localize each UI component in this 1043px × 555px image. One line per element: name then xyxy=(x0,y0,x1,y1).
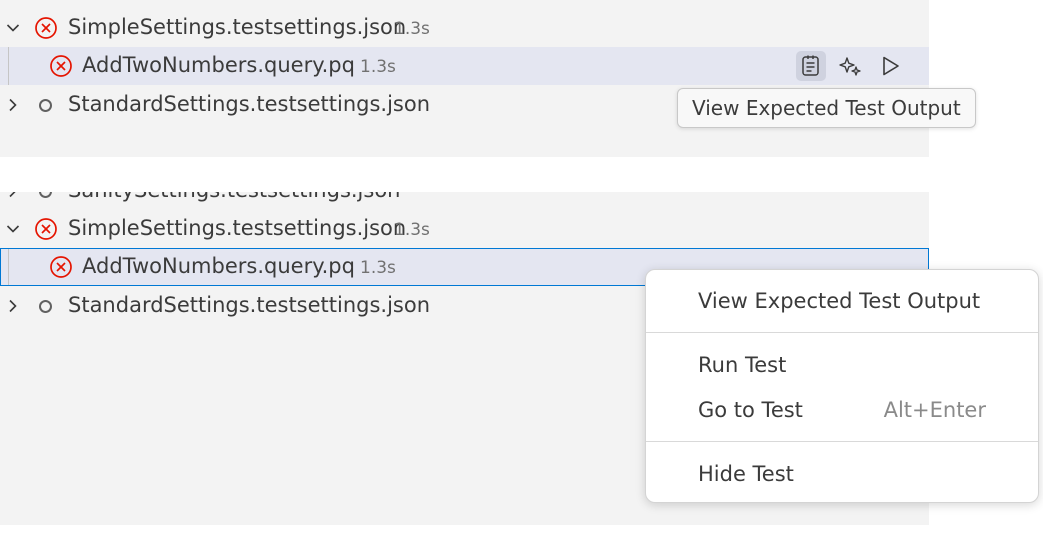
view-expected-output-icon xyxy=(802,55,819,76)
run-test-button[interactable] xyxy=(875,51,905,81)
tree-row-label: StandardSettings.testsettings.json xyxy=(68,92,431,116)
test-failed-icon xyxy=(50,256,72,278)
tree-row-label: AddTwoNumbers.query.pq xyxy=(82,53,355,77)
tree-row-sanitysettings[interactable]: SanitySettings.testsettings.json xyxy=(0,192,929,210)
menu-item-shortcut: Alt+Enter xyxy=(883,398,986,422)
menu-item-label: Go to Test xyxy=(698,398,803,422)
menu-item-view-expected-output[interactable]: View Expected Test Output xyxy=(646,282,1038,322)
test-duration: 1.3s xyxy=(360,57,396,77)
tree-row-label: AddTwoNumbers.query.pq xyxy=(82,254,355,278)
view-expected-output-button[interactable] xyxy=(796,51,826,81)
tree-row-addtwonumbers[interactable]: AddTwoNumbers.query.pq 1.3s xyxy=(0,47,929,85)
indent-guide xyxy=(8,47,9,85)
ai-action-button[interactable] xyxy=(836,51,866,81)
menu-item-label: Run Test xyxy=(698,353,787,377)
test-duration: 1.3s xyxy=(394,220,430,240)
test-not-run-icon xyxy=(39,192,52,198)
menu-separator xyxy=(646,332,1038,333)
tree-row-label: SanitySettings.testsettings.json xyxy=(68,192,401,202)
tooltip: View Expected Test Output xyxy=(677,88,976,128)
sparkle-icon xyxy=(839,57,861,76)
tree-row-label: StandardSettings.testsettings.json xyxy=(68,293,431,317)
test-duration: 1.3s xyxy=(394,19,430,39)
menu-item-go-to-test[interactable]: Go to Test Alt+Enter xyxy=(646,391,1038,431)
menu-separator xyxy=(646,441,1038,442)
tree-row-label: SimpleSettings.testsettings.json xyxy=(68,15,407,39)
menu-item-hide-test[interactable]: Hide Test xyxy=(646,455,1038,495)
chevron-right-icon[interactable] xyxy=(6,192,20,198)
test-failed-icon xyxy=(35,218,57,240)
tree-row-label: SimpleSettings.testsettings.json xyxy=(68,216,407,240)
menu-item-run-test[interactable]: Run Test xyxy=(646,346,1038,386)
menu-item-label: Hide Test xyxy=(698,462,794,486)
tree-row-simplesettings[interactable]: SimpleSettings.testsettings.json 1.3s xyxy=(0,9,929,47)
run-icon xyxy=(883,56,899,76)
tree-row-simplesettings[interactable]: SimpleSettings.testsettings.json 1.3s xyxy=(0,210,929,248)
test-failed-icon xyxy=(50,55,72,77)
chevron-down-icon[interactable] xyxy=(6,222,20,236)
test-not-run-icon xyxy=(39,99,52,112)
test-explorer-top: SimpleSettings.testsettings.json 1.3s Ad… xyxy=(0,0,929,157)
context-menu: View Expected Test Output Run Test Go to… xyxy=(645,269,1039,503)
test-duration: 1.3s xyxy=(360,258,396,278)
chevron-right-icon[interactable] xyxy=(6,299,20,313)
chevron-down-icon[interactable] xyxy=(6,21,20,35)
menu-item-label: View Expected Test Output xyxy=(698,289,981,313)
test-not-run-icon xyxy=(39,300,52,313)
test-failed-icon xyxy=(35,17,57,39)
indent-guide xyxy=(8,249,9,285)
chevron-right-icon[interactable] xyxy=(6,98,20,112)
